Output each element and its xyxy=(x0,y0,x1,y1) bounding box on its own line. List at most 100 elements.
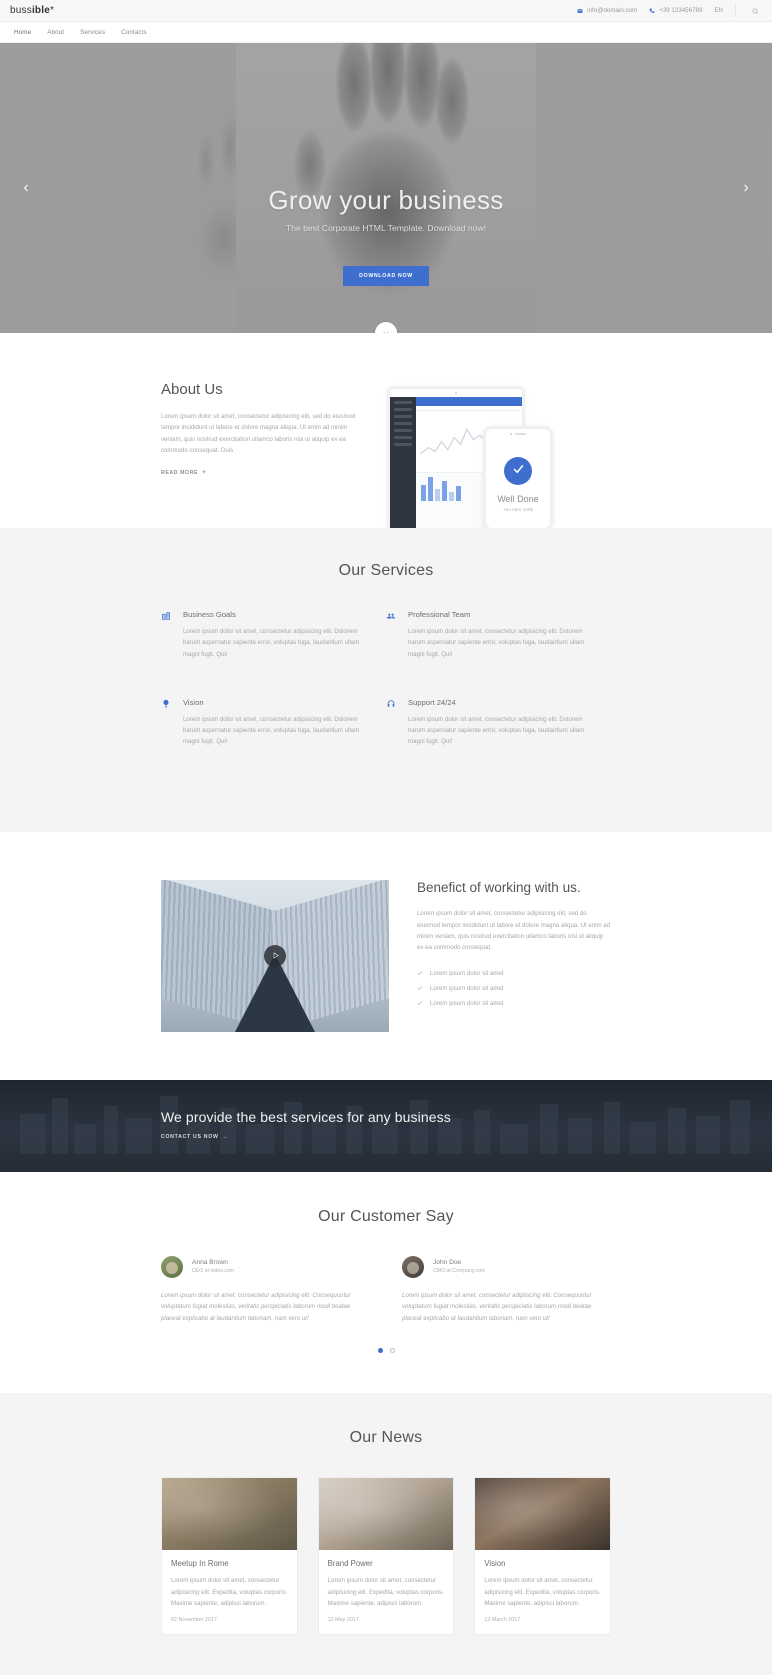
arrow-right-icon: → xyxy=(222,1133,229,1140)
search-icon xyxy=(752,2,759,20)
about-body: Lorem ipsum dolor sit amet, consectetur … xyxy=(161,413,356,454)
benefit-list: Lorem ipsum dolor sit amet Lorem ipsum d… xyxy=(417,970,611,1008)
hero-title: Grow your business xyxy=(268,185,504,215)
about-device-illustration: Well Done You earn 150$ xyxy=(381,381,611,528)
mail-icon xyxy=(577,8,583,14)
logo-star: * xyxy=(49,5,55,16)
about-heading: About Us xyxy=(161,381,223,398)
benefit-video-thumbnail[interactable] xyxy=(161,879,389,1032)
news-card-title: Meetup In Rome xyxy=(171,1559,229,1569)
download-now-button[interactable]: DOWNLOAD NOW xyxy=(343,266,429,286)
success-check-badge xyxy=(504,457,532,485)
news-card-body: Lorem ipsum dolor sit amet, consectetur … xyxy=(171,1577,288,1607)
service-card-support: Support 24/24 Lorem ipsum dolor sit amet… xyxy=(386,698,611,748)
check-icon xyxy=(417,985,423,993)
play-video-button[interactable] xyxy=(264,944,286,967)
service-card-business-goals: Business Goals Lorem ipsum dolor sit ame… xyxy=(161,610,386,660)
benefit-list-item-text: Lorem ipsum dolor sit amet xyxy=(430,1000,504,1008)
news-card-title: Brand Power xyxy=(327,1559,373,1569)
slider-next-arrow[interactable]: › xyxy=(734,176,758,200)
news-card-body: Lorem ipsum dolor sit amet, consectetur … xyxy=(327,1577,444,1607)
about-read-more-link[interactable]: READ MORE + xyxy=(161,470,206,476)
nav-item-about[interactable]: About xyxy=(47,29,64,36)
service-body: Lorem ipsum dolor sit amet, consectetur … xyxy=(183,715,360,746)
benefit-list-item-text: Lorem ipsum dolor sit amet xyxy=(430,970,504,978)
service-title: Vision xyxy=(183,697,204,707)
news-card[interactable]: Brand Power Lorem ipsum dolor sit amet, … xyxy=(317,1477,455,1636)
nav-item-contacts[interactable]: Contacts xyxy=(121,29,147,36)
testimonial-role: CMO at Company.com xyxy=(433,1268,486,1275)
avatar xyxy=(161,1255,183,1278)
chevron-down-icon xyxy=(382,324,390,333)
service-body: Lorem ipsum dolor sit amet, consectetur … xyxy=(408,628,585,658)
benefit-body: Lorem ipsum dolor sit amet, consectetur … xyxy=(417,910,611,952)
logo-text-pre: buss xyxy=(10,5,32,16)
news-image xyxy=(162,1478,297,1551)
landing-page: bussible* info@domain.com +39 123456789 … xyxy=(0,0,772,1675)
cta-heading: We provide the best services for any bus… xyxy=(161,1108,451,1125)
service-body: Lorem ipsum dolor sit amet, consectetur … xyxy=(183,628,360,658)
about-text-column: About Us Lorem ipsum dolor sit amet, con… xyxy=(161,381,357,528)
news-image xyxy=(475,1478,611,1551)
testimonial-dot-2[interactable] xyxy=(389,1348,395,1354)
testimonial-name: Anna Brown xyxy=(192,1259,228,1267)
benefit-text-column: Benefict of working with us. Lorem ipsum… xyxy=(417,880,611,1032)
hero-content: Grow your business The best Corporate HT… xyxy=(0,43,772,333)
service-card-vision: Vision Lorem ipsum dolor sit amet, conse… xyxy=(161,698,386,748)
contact-phone[interactable]: +39 123456789 xyxy=(649,7,702,14)
check-icon xyxy=(417,1000,423,1008)
benefit-section: Benefict of working with us. Lorem ipsum… xyxy=(0,831,772,1080)
play-icon xyxy=(271,947,280,965)
news-card[interactable]: Vision Lorem ipsum dolor sit amet, conse… xyxy=(474,1477,612,1636)
logo-text-mid: ible xyxy=(31,5,50,16)
testimonial-card: John Doe CMO at Company.com Lorem ipsum … xyxy=(402,1255,611,1325)
divider xyxy=(735,4,736,17)
contact-email-text: info@domain.com xyxy=(587,7,638,14)
news-card[interactable]: Meetup In Rome Lorem ipsum dolor sit ame… xyxy=(161,1477,298,1636)
contact-phone-text: +39 123456789 xyxy=(659,7,703,14)
slider-prev-arrow[interactable]: ‹ xyxy=(14,176,38,200)
testimonial-quote: Lorem ipsum dolor sit amet, consectetur … xyxy=(161,1291,351,1322)
news-section: Our News Meetup In Rome Lorem ipsum dolo… xyxy=(0,1393,772,1675)
about-read-more-label: READ MORE xyxy=(161,470,199,477)
top-bar: bussible* info@domain.com +39 123456789 … xyxy=(0,0,772,22)
service-title: Business Goals xyxy=(183,610,236,619)
headset-icon xyxy=(386,698,398,748)
services-title: Our Services xyxy=(338,562,434,579)
news-image xyxy=(318,1478,454,1551)
tablet-topbar xyxy=(416,397,522,406)
building-icon xyxy=(161,610,173,660)
tablet-camera xyxy=(455,392,457,394)
about-section: About Us Lorem ipsum dolor sit amet, con… xyxy=(0,333,772,528)
benefit-list-item-text: Lorem ipsum dolor sit amet xyxy=(430,985,504,993)
news-card-date: 12 May 2017 xyxy=(327,1617,359,1624)
main-navigation: Home About Services Contacts xyxy=(0,22,772,43)
plus-icon: + xyxy=(202,470,207,477)
phone-speaker xyxy=(510,433,526,435)
news-card-title: Vision xyxy=(484,1559,506,1569)
search-button[interactable] xyxy=(748,4,762,18)
check-icon xyxy=(417,970,423,978)
contact-email[interactable]: info@domain.com xyxy=(577,7,637,14)
benefit-list-item: Lorem ipsum dolor sit amet xyxy=(417,1000,611,1008)
cta-banner: We provide the best services for any bus… xyxy=(0,1079,772,1172)
contact-us-now-link[interactable]: CONTACT US NOW → xyxy=(161,1134,228,1140)
site-logo[interactable]: bussible* xyxy=(10,5,54,16)
nav-item-home[interactable]: Home xyxy=(14,29,31,36)
testimonial-dot-1[interactable] xyxy=(377,1348,383,1354)
nav-item-services[interactable]: Services xyxy=(80,29,105,36)
testimonial-pagination xyxy=(0,1348,772,1354)
phone-mockup: Well Done You earn 150$ xyxy=(483,426,553,528)
phone-earn-text: You earn 150$ xyxy=(503,507,533,512)
news-card-body: Lorem ipsum dolor sit amet, consectetur … xyxy=(484,1577,601,1607)
top-bar-right: info@domain.com +39 123456789 EN xyxy=(577,4,762,18)
people-icon xyxy=(386,610,398,660)
language-selector[interactable]: EN xyxy=(714,7,723,14)
lightbulb-icon xyxy=(161,698,173,748)
avatar xyxy=(402,1255,424,1278)
hero-slider: Grow your business The best Corporate HT… xyxy=(0,43,772,333)
news-card-date: 02 November 2017 xyxy=(171,1617,217,1624)
services-section: Our Services Business Goals Lorem ipsum … xyxy=(0,528,772,832)
testimonials-section: Our Customer Say Anna Brown CEO at index… xyxy=(0,1171,772,1394)
check-icon xyxy=(511,461,526,481)
